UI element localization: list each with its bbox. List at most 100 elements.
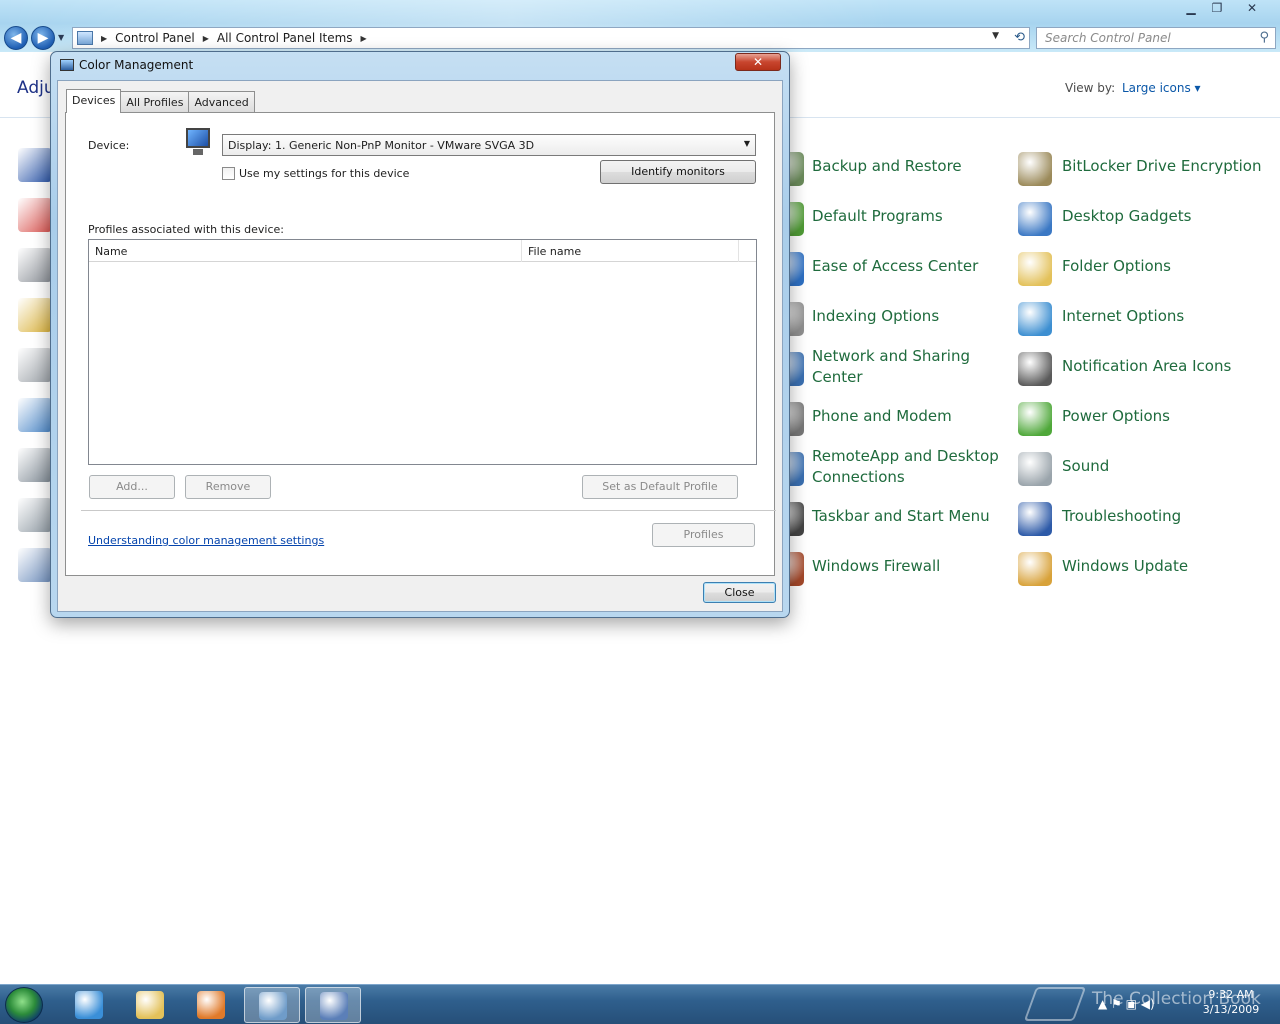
taskbar-button[interactable] [305,987,361,1023]
set-default-profile-button[interactable]: Set as Default Profile [582,475,738,499]
chevron-down-icon: ▼ [743,139,750,148]
dialog-body: Devices All Profiles Advanced Device: Di… [57,80,783,612]
parental-controls-icon[interactable] [18,398,52,432]
taskbar: The Collection Book ▲ ⚑ ▣ ◀) 9:32 AM 3/1… [0,984,1280,1024]
control-panel-item[interactable]: Notification Area Icons [1018,352,1231,386]
column-file-name[interactable]: File name [528,245,581,258]
control-panel-item[interactable]: Sound [1018,452,1109,486]
control-panel-item-label: Troubleshooting [1062,507,1182,525]
color-management-icon [60,59,74,71]
profiles-list[interactable]: Name File name [88,239,757,465]
breadcrumb-all-items[interactable]: All Control Panel Items [217,31,353,45]
control-panel-icon [259,992,287,1020]
folder-options-icon [1018,252,1052,286]
internet-options-icon [1018,302,1052,336]
control-panel-item[interactable]: Internet Options [1018,302,1184,336]
control-panel-item[interactable]: Desktop Gadgets [1018,202,1191,236]
fonts-icon[interactable] [18,298,52,332]
control-panel-icon [77,31,93,45]
view-by-dropdown[interactable]: Large icons ▾ [1122,81,1201,95]
back-button[interactable]: ◀ [4,26,28,50]
identify-monitors-button[interactable]: Identify monitors [600,160,756,184]
keyboard-icon[interactable] [18,348,52,382]
speech-recognition-icon[interactable] [18,498,52,532]
color-management-dialog: Color Management ✕ Devices All Profiles … [50,51,790,618]
minimize-button[interactable]: ▁ [1178,0,1204,18]
monitor-icon [184,128,212,158]
chevron-right-icon[interactable]: ▶ [361,34,367,43]
use-my-settings-label: Use my settings for this device [239,167,410,180]
system-tray-icons[interactable]: ▲ ⚑ ▣ ◀) [1098,997,1155,1011]
search-placeholder: Search Control Panel [1045,31,1171,45]
devices-panel: Device: Display: 1. Generic Non-PnP Moni… [65,112,776,576]
device-select[interactable]: Display: 1. Generic Non-PnP Monitor - VM… [222,134,756,156]
device-manager-icon[interactable] [18,248,52,282]
action-center-flag-icon[interactable] [18,148,52,182]
internet-explorer-icon [75,991,103,1019]
control-panel-item-label: Desktop Gadgets [1062,207,1192,225]
user-accounts-icon[interactable] [18,548,52,582]
notification-area-icon [1018,352,1052,386]
tab-all-profiles[interactable]: All Profiles [120,91,190,112]
control-panel-item-label: Phone and Modem [812,407,952,425]
taskbar-button[interactable] [61,987,117,1023]
use-my-settings-checkbox[interactable] [222,167,235,180]
control-panel-item-label: Network and Sharing Center [812,347,970,386]
recent-pages-dropdown[interactable]: ▼ [58,33,64,42]
control-panel-item[interactable]: BitLocker Drive Encryption [1018,152,1261,186]
control-panel-item-label: Internet Options [1062,307,1185,325]
search-input[interactable]: Search Control Panel ⚲ [1036,27,1276,49]
use-my-settings-row: Use my settings for this device [222,167,409,180]
remove-button[interactable]: Remove [185,475,271,499]
control-panel-item[interactable]: Folder Options [1018,252,1171,286]
profiles-button[interactable]: Profiles [652,523,755,547]
control-panel-item-label: Ease of Access Center [812,257,979,275]
control-panel-item-label: RemoteApp and Desktop Connections [812,447,999,486]
window-controls: ▁ ❐ ✕ [1178,0,1274,18]
taskbar-button[interactable] [183,987,239,1023]
breadcrumb-control-panel[interactable]: Control Panel [115,31,195,45]
gadgets-icon [1018,202,1052,236]
recovery-icon[interactable] [18,448,52,482]
tab-strip: Devices All Profiles Advanced [66,89,255,113]
address-dropdown-icon[interactable]: ▼ [992,31,999,41]
taskbar-button[interactable] [244,987,300,1023]
color-management-icon[interactable] [18,198,52,232]
explorer-toolbar: ▁ ❐ ✕ ◀ ▶ ▼ ▶ Control Panel ▶ All Contro… [0,0,1280,52]
clock-time: 9:32 AM [1208,988,1254,1001]
close-button[interactable]: Close [703,582,776,603]
dialog-close-button[interactable]: ✕ [735,53,781,71]
tab-devices[interactable]: Devices [66,89,122,113]
list-header: Name File name [89,240,756,262]
control-panel-item-label: Taskbar and Start Menu [812,507,990,525]
power-options-icon [1018,402,1052,436]
control-panel-item-label: Power Options [1062,407,1170,425]
dialog-title: Color Management [79,58,194,72]
device-label: Device: [88,139,130,152]
control-panel-item[interactable]: Troubleshooting [1018,502,1181,536]
maximize-button[interactable]: ❐ [1204,0,1230,18]
clock[interactable]: 9:32 AM 3/13/2009 [1196,987,1266,1017]
close-window-button[interactable]: ✕ [1230,0,1274,18]
troubleshooting-icon [1018,502,1052,536]
control-panel-item-label: BitLocker Drive Encryption [1062,157,1262,175]
add-button[interactable]: Add... [89,475,175,499]
control-panel-item-label: Notification Area Icons [1062,357,1232,375]
search-icon[interactable]: ⚲ [1259,30,1269,45]
control-panel-item-label: Indexing Options [812,307,940,325]
control-panel-item-label: Default Programs [812,207,943,225]
control-panel-item[interactable]: Power Options [1018,402,1170,436]
address-box[interactable]: ▶ Control Panel ▶ All Control Panel Item… [72,27,1030,49]
chevron-right-icon[interactable]: ▶ [101,34,107,43]
refresh-icon[interactable]: ⟲ [1014,30,1025,45]
chevron-right-icon[interactable]: ▶ [203,34,209,43]
start-button[interactable] [5,987,43,1023]
taskbar-button[interactable] [122,987,178,1023]
column-name[interactable]: Name [95,245,127,258]
help-link[interactable]: Understanding color management settings [88,534,324,547]
control-panel-item[interactable]: Windows Update [1018,552,1188,586]
windows-explorer-icon [136,991,164,1019]
divider [81,510,776,511]
forward-button[interactable]: ▶ [31,26,55,50]
tab-advanced[interactable]: Advanced [188,91,255,112]
